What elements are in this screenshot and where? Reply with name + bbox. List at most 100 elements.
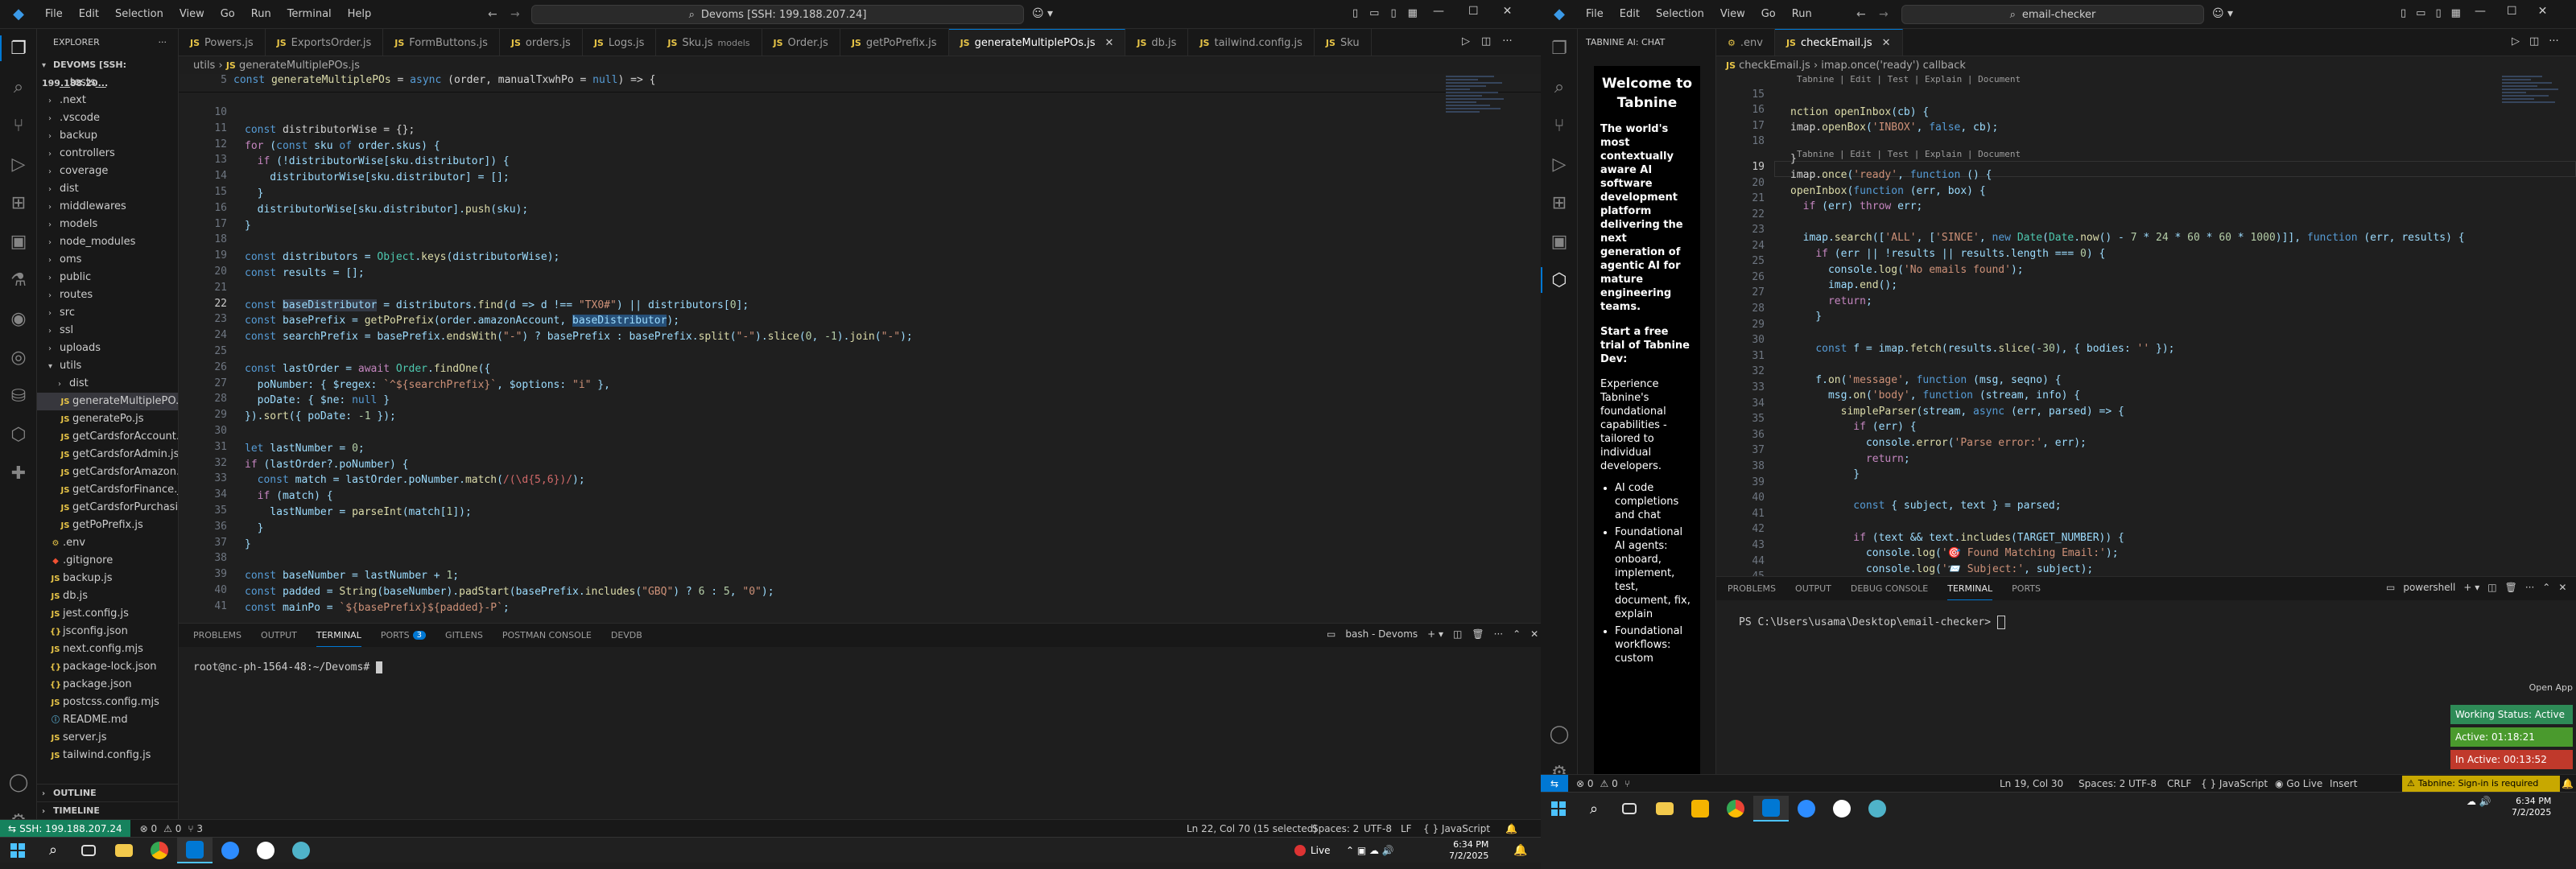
menu-edit[interactable]: Edit	[79, 8, 99, 20]
chrome-icon[interactable]	[142, 838, 177, 863]
tree-item[interactable]: › controllers	[37, 145, 178, 163]
maximize-panel-icon[interactable]: ⌃	[2542, 582, 2550, 593]
menu-file[interactable]: File	[45, 8, 63, 20]
tab-formbuttons-js[interactable]: JS FormButtons.js	[383, 29, 500, 56]
tree-item[interactable]: JS getCardsforAccount.js	[37, 428, 178, 446]
layout-custom-icon[interactable]: ▦	[1408, 7, 1418, 19]
tree-item[interactable]: ⚙ .env	[37, 534, 178, 552]
app2-icon[interactable]	[283, 838, 319, 863]
close-tab-icon[interactable]: ✕	[1105, 37, 1114, 49]
more-actions-icon[interactable]: ···	[1502, 35, 1512, 47]
tree-item[interactable]: › src	[37, 304, 178, 322]
panel-tab-debug-console[interactable]: DEBUG CONSOLE	[1851, 583, 1928, 594]
windows-start-icon[interactable]	[0, 838, 35, 863]
panel-tab-problems[interactable]: PROBLEMS	[1728, 583, 1776, 594]
menu-help[interactable]: Help	[348, 8, 372, 20]
menu-run[interactable]: Run	[1792, 8, 1812, 20]
right-code-editor[interactable]: Tabnine | Edit | Test | Explain | Docume…	[1716, 74, 2576, 576]
tray-icons[interactable]: ☁ 🔊	[2467, 796, 2491, 807]
close-icon[interactable]: ✕	[1503, 5, 1513, 18]
split-terminal-icon[interactable]: ◫	[2487, 582, 2496, 593]
close-panel-icon[interactable]: ✕	[2558, 582, 2566, 593]
remote-explorer-icon[interactable]: ▣	[1541, 222, 1578, 261]
search-icon[interactable]: ⌕	[35, 838, 71, 863]
minimize-icon[interactable]: —	[2475, 5, 2486, 18]
back-arrow-icon[interactable]: ←	[1856, 8, 1866, 21]
tray-icons[interactable]: ⌃ ▣ ☁ 🔊	[1346, 845, 1394, 856]
tree-item[interactable]: JS server.js	[37, 729, 178, 747]
breadcrumb-symbol[interactable]: imap.once('ready') callback	[1821, 60, 1966, 72]
task-view-icon[interactable]	[1612, 796, 1647, 822]
notifications-icon[interactable]: 🔔	[1505, 823, 1517, 834]
store-icon[interactable]	[1682, 796, 1718, 822]
language-mode[interactable]: { } JavaScript	[2201, 778, 2268, 789]
tree-item[interactable]: JS jest.config.js	[37, 605, 178, 623]
panel-tab-output[interactable]: OUTPUT	[261, 630, 297, 640]
tree-item[interactable]: › dist	[37, 375, 178, 393]
tree-item[interactable]: JS next.config.mjs	[37, 640, 178, 658]
split-editor-icon[interactable]: ◫	[2529, 35, 2539, 47]
menu-view[interactable]: View	[1720, 8, 1745, 20]
panel-tab-gitlens[interactable]: GITLENS	[445, 630, 483, 640]
add-terminal-icon[interactable]: + ▾	[2463, 582, 2479, 593]
close-tab-icon[interactable]: ✕	[1882, 37, 1891, 49]
tree-item[interactable]: › ssl	[37, 322, 178, 340]
postman-icon[interactable]: ◎	[0, 338, 37, 377]
tabnine-status[interactable]: ⚠ Tabnine: Sign-in is required	[2402, 775, 2560, 792]
left-code-editor[interactable]: 5 const generateMultiplePOs = async (ord…	[179, 74, 1541, 623]
tab-sku-js[interactable]: JS Sku.js models	[656, 29, 762, 56]
vscode-taskbar-icon[interactable]	[177, 837, 213, 863]
source-control-icon[interactable]: ⑂	[1541, 106, 1578, 145]
remote-indicator[interactable]: ⇆	[1541, 774, 1568, 793]
left-command-center[interactable]: ⌕ Devoms [SSH: 199.188.207.24]	[531, 5, 1024, 24]
tree-item[interactable]: › routes	[37, 286, 178, 304]
search-icon[interactable]: ⌕	[1576, 796, 1612, 822]
task-view-icon[interactable]	[71, 838, 106, 863]
notifications-icon[interactable]: 🔔	[2562, 778, 2574, 789]
system-clock[interactable]: 6:34 PM 7/2/2025	[1449, 839, 1488, 862]
panel-tab-ports[interactable]: PORTS	[2012, 583, 2041, 594]
testing-icon[interactable]: ⚗	[0, 261, 37, 299]
more-actions-icon[interactable]: ···	[2525, 582, 2534, 593]
layout-sidebar-icon[interactable]: ▯	[1352, 7, 1358, 19]
tree-item[interactable]: › models	[37, 216, 178, 233]
end-of-line[interactable]: CRLF	[2167, 778, 2191, 789]
gitlens-icon[interactable]: ◉	[0, 299, 37, 338]
system-clock[interactable]: 6:34 PM 7/2/2025	[2512, 796, 2551, 818]
tree-item[interactable]: {} package.json	[37, 676, 178, 694]
menu-file[interactable]: File	[1586, 8, 1604, 20]
run-debug-icon[interactable]: ▷	[0, 145, 37, 183]
app-icon[interactable]	[248, 838, 283, 863]
tab-powers-js[interactable]: JS Powers.js	[179, 29, 266, 56]
insert-mode[interactable]: Insert	[2330, 778, 2357, 789]
encoding[interactable]: UTF-8	[2128, 778, 2157, 789]
trash-icon[interactable]: 🗑	[1472, 628, 1484, 640]
tab-db-js[interactable]: JS db.js	[1125, 29, 1189, 56]
left-terminal[interactable]: root@nc-ph-1564-48:~/Devoms# _	[193, 661, 382, 673]
more-actions-icon[interactable]: ···	[1494, 628, 1503, 640]
tree-item[interactable]: ◆ .gitignore	[37, 552, 178, 570]
tab-order-js[interactable]: JS Order.js	[762, 29, 840, 56]
tree-item[interactable]: JS generatePo.js	[37, 410, 178, 428]
extensions-icon[interactable]: ⊞	[0, 183, 37, 222]
app2-icon[interactable]	[1860, 796, 1895, 822]
cursor-position[interactable]: Ln 19, Col 30	[2000, 778, 2063, 789]
tree-item[interactable]: ▾ utils	[37, 357, 178, 375]
ports-icon[interactable]: ⑂	[1624, 778, 1630, 789]
more-actions-icon[interactable]: ···	[2549, 35, 2558, 47]
search-icon[interactable]: ⌕	[0, 68, 37, 106]
language-mode[interactable]: { } JavaScript	[1423, 823, 1490, 834]
panel-tab-output[interactable]: OUTPUT	[1795, 583, 1831, 594]
tree-item[interactable]: › .next	[37, 92, 178, 109]
tree-item[interactable]: › .vscode	[37, 109, 178, 127]
tree-item[interactable]: › oms	[37, 251, 178, 269]
tabnine-icon[interactable]: ⬡	[0, 415, 37, 454]
explorer-icon[interactable]: ❐	[1541, 29, 1578, 68]
breadcrumb-file[interactable]: generateMultiplePOs.js	[239, 60, 360, 72]
remote-indicator[interactable]: ⇆ SSH: 199.188.207.24	[0, 819, 130, 838]
maximize-icon[interactable]: ☐	[2507, 5, 2517, 18]
indentation[interactable]: Spaces: 2	[2079, 778, 2125, 789]
ports-indicator[interactable]: ⑂ 3	[188, 823, 203, 834]
tree-item[interactable]: JS generateMultiplePO...	[37, 393, 178, 410]
end-of-line[interactable]: LF	[1401, 823, 1412, 834]
